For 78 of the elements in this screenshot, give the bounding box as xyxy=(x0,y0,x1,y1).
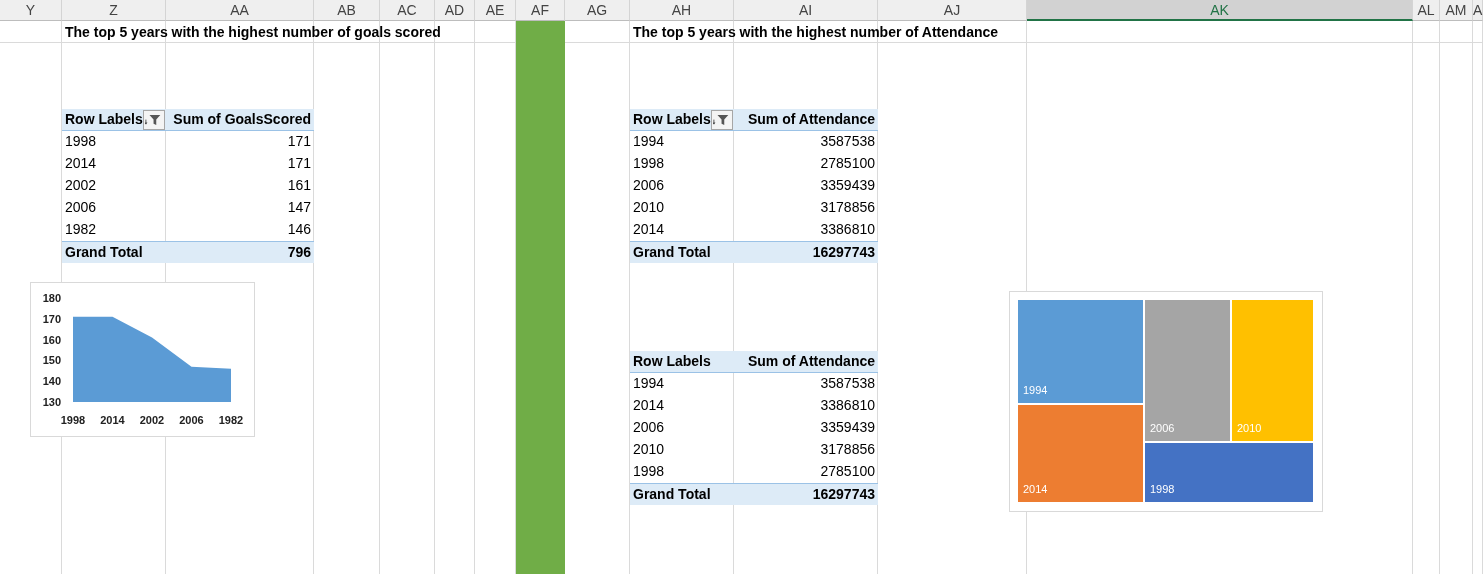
table-cell-text: 2014 xyxy=(632,396,666,415)
table-cell-text: 3386810 xyxy=(819,396,876,415)
table-cell-text: 2010 xyxy=(632,198,666,217)
table-cell-text: 2014 xyxy=(632,220,666,239)
table-cell-text: 3587538 xyxy=(819,374,876,393)
table-cell-text: 161 xyxy=(286,176,312,195)
table-header-cell[interactable]: Row Labels xyxy=(630,351,734,373)
tile-label: 1998 xyxy=(1150,483,1175,495)
column-header[interactable]: AE xyxy=(475,0,516,21)
grand-total-cell: 16297743 xyxy=(734,483,878,505)
axis-label: 180 xyxy=(42,292,61,304)
grand-total-cell: Grand Total xyxy=(630,483,734,505)
table-cell-text: 2785100 xyxy=(819,154,876,173)
table-cell-text: 2002 xyxy=(64,176,98,195)
table-header-cell: Sum of GoalsScored xyxy=(166,109,314,131)
column-header[interactable]: A xyxy=(1473,0,1483,21)
table-cell-text: 171 xyxy=(286,154,312,173)
grand-total-cell: 16297743 xyxy=(734,241,878,263)
table-cell-text: 2006 xyxy=(632,176,666,195)
grand-total-cell: Grand Total xyxy=(62,241,166,263)
column-header[interactable]: AB xyxy=(314,0,380,21)
sheet-title: The top 5 years with the highest number of goals scored xyxy=(64,23,441,42)
grand-total-cell: 796 xyxy=(166,241,314,263)
axis-label: 150 xyxy=(42,354,61,367)
table-header-cell: Sum of Attendance xyxy=(734,109,878,131)
column-header[interactable]: AF xyxy=(516,0,565,21)
filter-button[interactable] xyxy=(711,110,733,130)
table-cell-text: 2006 xyxy=(632,418,666,437)
column-header[interactable]: AG xyxy=(565,0,630,21)
table-cell-text: 1982 xyxy=(64,220,98,239)
column-header[interactable]: Z xyxy=(62,0,166,21)
tile-label: 2010 xyxy=(1237,422,1262,434)
table-cell-text: 3359439 xyxy=(819,176,876,195)
table-cell-text: 1998 xyxy=(64,132,98,151)
axis-label: 140 xyxy=(42,375,61,388)
funnel-icon xyxy=(145,112,163,128)
axis-label: 2006 xyxy=(179,414,204,426)
column-header[interactable]: AH xyxy=(630,0,734,21)
table-cell-text: 147 xyxy=(286,198,312,217)
column-header[interactable]: AM xyxy=(1440,0,1473,21)
tile-label: 1994 xyxy=(1023,384,1048,396)
table-cell-text: 1994 xyxy=(632,132,666,151)
column-header[interactable]: AK xyxy=(1027,0,1413,21)
axis-label: 1982 xyxy=(218,414,244,426)
grand-total-cell: Grand Total xyxy=(630,241,734,263)
table-header-cell: Sum of Attendance xyxy=(734,351,878,373)
table-cell-text: 2006 xyxy=(64,198,98,217)
sheet-title: The top 5 years with the highest number of Attendance xyxy=(632,23,999,42)
table-cell-text: 2785100 xyxy=(819,462,876,481)
column-header[interactable]: AD xyxy=(435,0,475,21)
column-header[interactable]: Y xyxy=(0,0,62,21)
axis-label: 130 xyxy=(42,396,61,408)
table-cell-text: 2014 xyxy=(64,154,98,173)
table-cell-text: 3386810 xyxy=(819,220,876,239)
column-header[interactable]: AC xyxy=(380,0,435,21)
tile-label: 2014 xyxy=(1023,483,1048,495)
axis-label: 170 xyxy=(42,312,61,325)
axis-label: 1998 xyxy=(60,414,86,426)
table-cell-text: 1998 xyxy=(632,462,666,481)
table-cell-text: 3178856 xyxy=(819,198,876,217)
column-header[interactable]: AL xyxy=(1413,0,1440,21)
table-cell-text: 146 xyxy=(286,220,312,239)
table-cell-text: 3178856 xyxy=(819,440,876,459)
funnel-icon xyxy=(713,112,731,128)
column-header[interactable]: AJ xyxy=(878,0,1027,21)
axis-label: 2014 xyxy=(100,414,125,426)
table-cell-text: 2010 xyxy=(632,440,666,459)
table-cell-text: 1998 xyxy=(632,154,666,173)
column-header[interactable]: AA xyxy=(166,0,314,21)
table-cell-text: 3359439 xyxy=(819,418,876,437)
axis-label: 160 xyxy=(42,333,61,346)
table-cell-text: 1994 xyxy=(632,374,666,393)
tile-label: 2006 xyxy=(1150,422,1175,434)
table-cell-text: 171 xyxy=(286,132,312,151)
table-cell-text: 3587538 xyxy=(819,132,876,151)
filter-button[interactable] xyxy=(143,110,165,130)
axis-label: 2002 xyxy=(139,414,165,426)
column-header[interactable]: AI xyxy=(734,0,878,21)
